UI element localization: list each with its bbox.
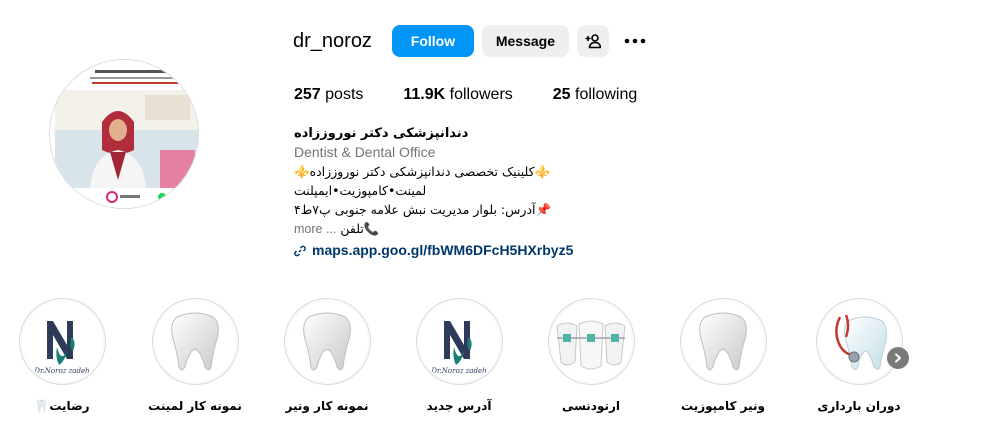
highlight-cover <box>547 298 635 385</box>
bio-external-link[interactable]: maps.app.goo.gl/fbWM6DFcH5HXrbyz5 <box>294 241 614 260</box>
bio-phone-text: 📞تلفن <box>340 221 380 236</box>
chevron-right-icon <box>895 353 901 363</box>
follow-button[interactable]: Follow <box>391 25 474 57</box>
highlight-label: نمونه کار لمینت <box>148 399 242 413</box>
followers-stat[interactable]: 11.9K followers <box>403 86 512 104</box>
posts-count: 257 <box>294 86 321 103</box>
message-button[interactable]: Message <box>481 25 569 57</box>
following-stat[interactable]: 25 following <box>553 86 638 104</box>
highlight-label: آدرس جدید <box>426 399 492 413</box>
highlight-item[interactable]: نمونه کار ونیر <box>277 298 377 413</box>
highlight-cover: Dr.Noroz zadeh <box>415 298 503 385</box>
followers-label: followers <box>445 86 513 103</box>
tooth-icon <box>171 312 219 370</box>
suggest-user-button[interactable] <box>576 25 609 57</box>
dr-noroz-logo-icon: Dr.Noroz zadeh <box>430 320 487 375</box>
story-highlights: Dr.Noroz zadeh رضایت🦷 نمونه کار لمینت نم… <box>0 298 991 428</box>
bio-line-2: لمینت•کامپوزیت•ایمپلنت <box>294 183 427 198</box>
highlight-item[interactable]: Dr.Noroz zadeh رضایت🦷 <box>12 298 112 413</box>
following-label: following <box>570 86 638 103</box>
more-dots-icon <box>624 38 646 44</box>
bio-line-1: ⚜️کلینیک تخصصی دندانپزشکی دکتر نوروززاده… <box>294 164 551 179</box>
posts-label: posts <box>320 86 364 103</box>
highlight-cover: Dr.Noroz zadeh <box>18 298 106 385</box>
highlight-item[interactable]: نمونه کار لمینت <box>145 298 245 413</box>
tooth-stethoscope-icon <box>835 314 887 370</box>
highlight-cover <box>151 298 239 385</box>
more-options-button[interactable] <box>623 29 647 53</box>
tooth-icon <box>303 312 351 370</box>
followers-count: 11.9K <box>403 86 446 103</box>
profile-header-row: dr_noroz Follow Message <box>293 25 647 57</box>
dr-noroz-logo-icon: Dr.Noroz zadeh <box>33 320 90 375</box>
highlight-item[interactable]: Dr.Noroz zadeh آدرس جدید <box>409 298 509 413</box>
highlight-label: ارتودنسی <box>561 399 621 413</box>
bio-line-4: 📞تلفن ... more <box>294 219 614 239</box>
highlight-label: ونیر کامپوزیت <box>681 399 765 413</box>
highlight-label: رضایت🦷 <box>34 399 90 413</box>
tooth-icon <box>699 312 747 370</box>
highlight-cover <box>815 298 903 385</box>
profile-username: dr_noroz <box>293 29 372 52</box>
profile-bio: دندانپزشکی دکتر نوروززاده Dentist & Dent… <box>294 124 614 260</box>
highlight-label: دوران بارداری <box>817 399 901 413</box>
bio-more-link[interactable]: ... more <box>294 222 336 236</box>
highlight-item[interactable]: ارتودنسی <box>541 298 641 413</box>
logo-caption: Dr.Noroz zadeh <box>33 367 89 375</box>
profile-avatar[interactable] <box>49 59 199 209</box>
posts-stat: 257 posts <box>294 86 363 104</box>
avatar-image <box>50 60 198 208</box>
following-count: 25 <box>552 86 571 103</box>
bio-link-text: maps.app.goo.gl/fbWM6DFcH5HXrbyz5 <box>312 242 574 258</box>
highlight-item[interactable]: ونیر کامپوزیت <box>673 298 773 413</box>
link-icon <box>294 245 306 256</box>
bio-category: Dentist & Dental Office <box>294 144 436 160</box>
braces-teeth-icon <box>556 320 626 369</box>
add-user-icon <box>585 34 601 49</box>
highlight-cover <box>679 298 767 385</box>
highlight-cover <box>283 298 371 385</box>
logo-caption: Dr.Noroz zadeh <box>430 367 486 375</box>
profile-stats: 257 posts 11.9K followers 25 following <box>294 86 677 104</box>
highlight-label: نمونه کار ونیر <box>285 399 369 413</box>
bio-display-name: دندانپزشکی دکتر نوروززاده <box>294 126 469 141</box>
bio-line-3: 📌آدرس: بلوار مدیریت نبش علامه جنوبی پ۷ط۴ <box>294 202 552 217</box>
highlights-next-button[interactable] <box>887 347 909 369</box>
